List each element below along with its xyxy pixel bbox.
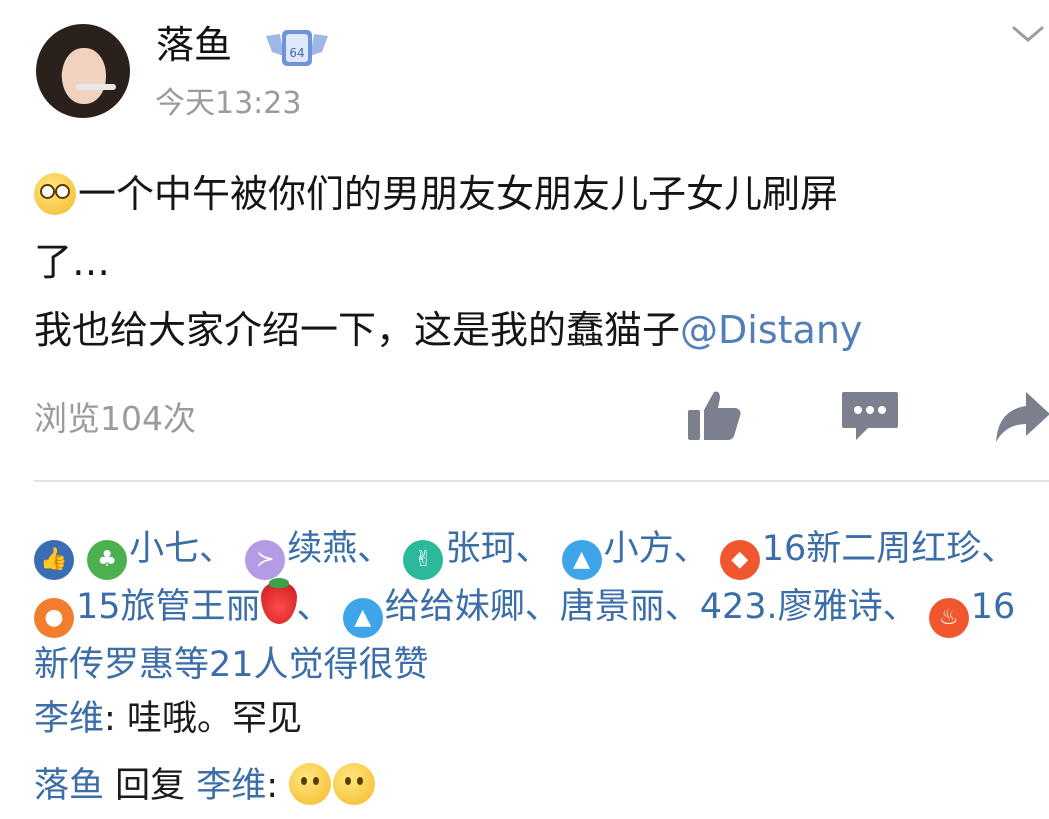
fish-icon: ≻ <box>245 540 286 580</box>
avatar-spoon <box>76 84 116 90</box>
reply-target[interactable]: 李维 <box>196 766 266 806</box>
comment-sep: : <box>104 699 116 739</box>
comment-icon[interactable] <box>838 384 902 448</box>
flame-icon: ♨ <box>928 598 969 638</box>
post-time: 今天13:23 <box>155 86 302 121</box>
view-count: 浏览104次 <box>34 399 196 438</box>
liker-name[interactable]: 小七、 <box>129 529 234 569</box>
rocket-icon: ▲ <box>342 598 383 638</box>
liker-name[interactable]: 张珂、 <box>445 529 550 569</box>
flushed-face-emoji-icon <box>34 173 76 215</box>
comment-author[interactable]: 李维 <box>34 699 104 739</box>
liker-name[interactable]: 给给妹卿、唐景丽、423.廖雅诗、 <box>385 587 918 627</box>
post-text-line3: 我也给大家介绍一下，这是我的蠢猫子 <box>34 308 681 352</box>
post-text-line2: 了… <box>34 240 111 284</box>
sticker-icon: ◆ <box>719 540 760 580</box>
avatar[interactable] <box>36 24 130 118</box>
liker-name[interactable]: 小方、 <box>604 529 709 569</box>
comment-text: 哇哦。罕见 <box>115 699 302 739</box>
likes-list: 👍 ♣ 小七、 ≻ 续燕、 ✌ 张珂、 ▲ 小方、 ◆ 16新二周红珍、 ● 15旅管王丽、… <box>34 522 1039 692</box>
chef-hat-icon: ● <box>34 598 74 638</box>
hand-icon: ✌ <box>403 540 444 580</box>
post-text-line1: 一个中午被你们的男朋友女朋友儿子女儿刷屏 <box>78 172 839 216</box>
comment-sep: : <box>266 766 279 806</box>
thumbs-up-badge-icon: 👍 <box>34 540 74 580</box>
member-badge-icon[interactable]: 64 <box>264 26 330 70</box>
rocket-icon: ▲ <box>561 540 602 580</box>
strawberry-icon <box>260 578 297 624</box>
clover-icon: ♣ <box>87 540 128 580</box>
thumbs-up-icon[interactable] <box>684 384 748 448</box>
share-icon[interactable] <box>990 384 1049 448</box>
mention-link[interactable]: @Distany <box>680 308 862 352</box>
avatar-face <box>62 48 106 104</box>
hushed-face-emoji-icon <box>333 763 376 805</box>
liker-name[interactable]: 16新二周红珍、 <box>762 529 1017 569</box>
username[interactable]: 落鱼 <box>156 20 232 70</box>
comment-item: 李维: 哇哦。罕见 <box>34 693 302 745</box>
post-content: 一个中午被你们的男朋友女朋友儿子女儿刷屏 了… 我也给大家介绍一下，这是我的蠢猫… <box>34 160 1024 364</box>
hushed-face-emoji-icon <box>289 763 332 805</box>
badge-number: 64 <box>289 46 304 60</box>
comment-item: 落鱼 回复 李维: <box>34 760 377 812</box>
reply-word: 回复 <box>104 766 197 806</box>
divider <box>34 480 1049 482</box>
liker-sep: 、 <box>296 587 332 627</box>
liker-name[interactable]: 续燕、 <box>287 529 392 569</box>
liker-name[interactable]: 15旅管王丽 <box>76 587 261 627</box>
comment-author[interactable]: 落鱼 <box>34 766 104 806</box>
chevron-down-icon[interactable] <box>1010 22 1046 46</box>
